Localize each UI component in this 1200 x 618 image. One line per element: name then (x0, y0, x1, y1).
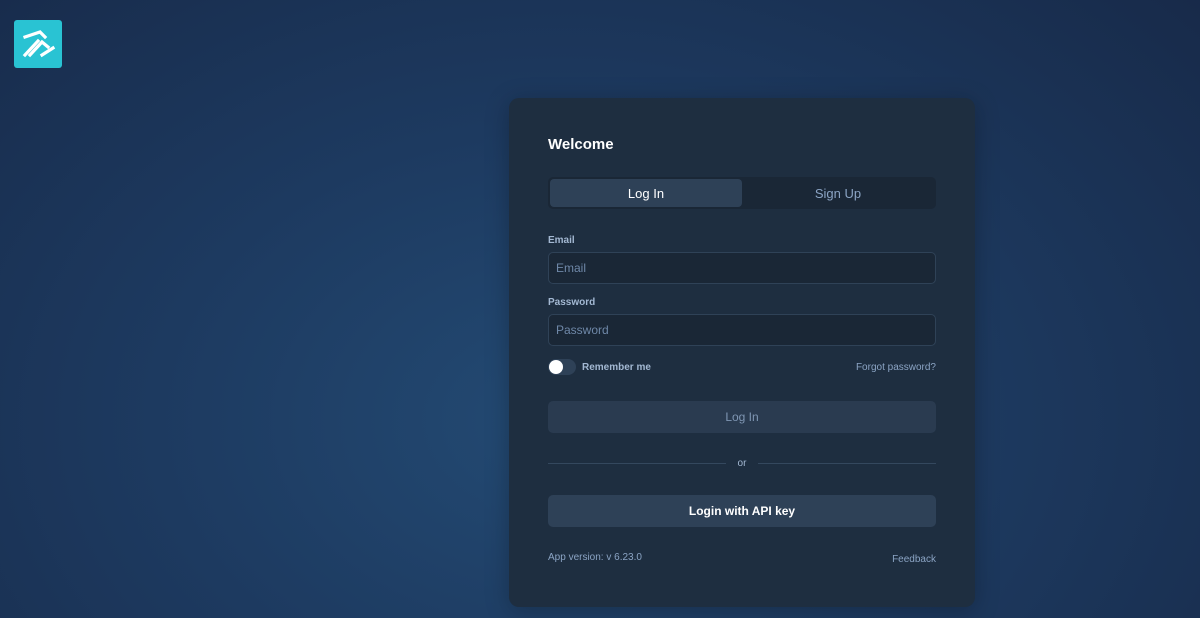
forgot-password-link[interactable]: Forgot password? (856, 362, 936, 373)
welcome-title: Welcome (548, 136, 614, 153)
password-field[interactable] (548, 314, 936, 346)
toggle-knob (549, 360, 563, 374)
divider-line-left (548, 462, 726, 464)
brand-arrow-logo-icon (22, 30, 56, 58)
password-label: Password (548, 297, 596, 308)
login-card: Welcome Log In Sign Up Email Password Re… (509, 98, 975, 607)
remember-row: Remember me Forgot password? (548, 359, 936, 375)
email-field[interactable] (548, 252, 936, 284)
auth-tabs: Log In Sign Up (548, 177, 936, 209)
tab-sign-up[interactable]: Sign Up (742, 179, 934, 207)
or-divider: or (548, 456, 936, 470)
remember-me-label: Remember me (582, 361, 651, 373)
login-api-key-button[interactable]: Login with API key (548, 495, 936, 527)
divider-line-right (758, 462, 936, 464)
remember-me-toggle[interactable] (548, 359, 576, 375)
remember-me-group: Remember me (548, 359, 651, 375)
tab-log-in[interactable]: Log In (550, 179, 742, 207)
login-button[interactable]: Log In (548, 401, 936, 433)
email-label: Email (548, 235, 575, 246)
app-version: App version: v 6.23.0 (548, 552, 642, 563)
feedback-link[interactable]: Feedback (892, 554, 936, 565)
divider-text: or (737, 457, 747, 469)
app-logo[interactable] (14, 20, 62, 68)
